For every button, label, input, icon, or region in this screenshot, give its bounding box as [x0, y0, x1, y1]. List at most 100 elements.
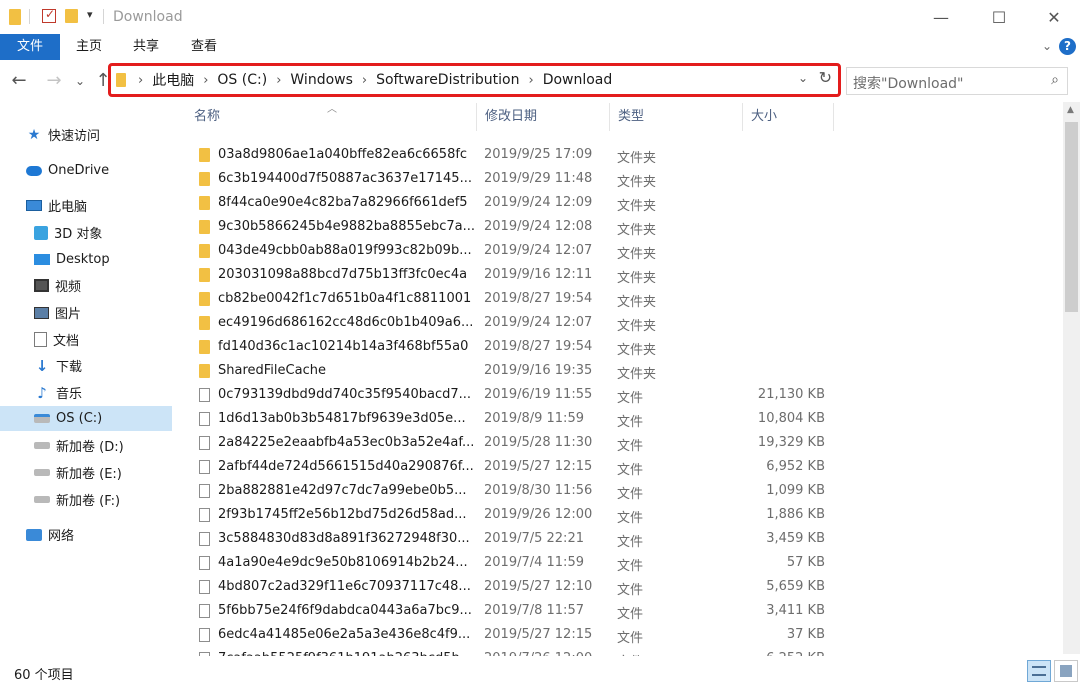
chevron-right-icon[interactable]: › [203, 73, 208, 88]
tab-file[interactable]: 文件 [0, 34, 60, 60]
file-name-cell: 4a1a90e4e9dc9e50b8106914b2b24... [199, 555, 468, 570]
file-icon [199, 508, 210, 522]
file-name-cell: fd140d36c1ac10214b14a3f468bf55a0 [199, 339, 468, 354]
folder-icon [199, 148, 210, 162]
sidebar-item-drive-d[interactable]: 新加卷 (D:) [0, 433, 172, 458]
details-view-button[interactable] [1027, 660, 1051, 682]
column-divider[interactable] [833, 103, 834, 131]
forward-button[interactable]: → [43, 70, 65, 91]
file-size: 1,099 KB [766, 483, 825, 498]
table-row[interactable]: 2a84225e2eaabfb4a53ec0b3a52e4af...2019/5… [186, 431, 834, 455]
file-date: 2019/9/24 12:07 [484, 315, 592, 330]
recent-locations-button[interactable]: ⌄ [69, 74, 91, 88]
chevron-right-icon[interactable]: › [362, 73, 367, 88]
os-drive-icon [34, 414, 50, 423]
table-row[interactable]: ec49196d686162cc48d6c0b1b409a6...2019/9/… [186, 311, 834, 335]
table-row[interactable]: cb82be0042f1c7d651b0a4f1c88110012019/8/2… [186, 287, 834, 311]
breadcrumb-windows[interactable]: Windows [290, 72, 353, 88]
file-type: 文件夹 [617, 171, 656, 190]
breadcrumb-softwaredistribution[interactable]: SoftwareDistribution [376, 72, 519, 88]
breadcrumb-this-pc[interactable]: 此电脑 [152, 70, 194, 90]
file-name-cell: cb82be0042f1c7d651b0a4f1c8811001 [199, 291, 471, 306]
new-folder-icon[interactable] [65, 9, 78, 23]
table-row[interactable]: 8f44ca0e90e4c82ba7a82966f661def52019/9/2… [186, 191, 834, 215]
table-row[interactable]: 203031098a88bcd7d75b13ff3fc0ec4a2019/9/1… [186, 263, 834, 287]
sidebar-item-downloads[interactable]: ↓ 下载 [0, 353, 172, 378]
table-row[interactable]: 0c793139dbd9dd740c35f9540bacd7...2019/6/… [186, 383, 834, 407]
tab-home[interactable]: 主页 [66, 34, 112, 60]
scrollbar-thumb[interactable] [1065, 122, 1078, 312]
scroll-up-icon[interactable]: ▲ [1067, 105, 1074, 115]
table-row[interactable]: 3c5884830d83d8a891f36272948f30...2019/7/… [186, 527, 834, 551]
sidebar-item-label: 音乐 [56, 383, 82, 402]
properties-icon[interactable] [42, 9, 56, 23]
minimize-button[interactable]: — [918, 0, 964, 34]
column-header-type[interactable]: 类型 [610, 103, 742, 131]
file-type: 文件 [617, 435, 643, 454]
table-row[interactable]: 9c30b5866245b4e9882ba8855ebc7a...2019/9/… [186, 215, 834, 239]
sidebar-item-drive-e[interactable]: 新加卷 (E:) [0, 460, 172, 485]
back-button[interactable]: ← [8, 70, 30, 91]
table-row[interactable]: 6c3b194400d7f50887ac3637e17145...2019/9/… [186, 167, 834, 191]
search-icon[interactable]: ⌕ [1051, 72, 1059, 88]
sidebar-item-desktop[interactable]: Desktop [0, 247, 172, 272]
drive-icon [34, 496, 50, 503]
sidebar-item-onedrive[interactable]: OneDrive [0, 158, 172, 183]
chevron-right-icon[interactable]: › [528, 73, 533, 88]
table-row[interactable]: SharedFileCache2019/9/16 19:35文件夹 [186, 359, 834, 383]
sidebar-item-documents[interactable]: 文档 [0, 327, 172, 352]
large-icons-view-button[interactable] [1054, 660, 1078, 682]
chevron-down-icon[interactable]: ⌄ [798, 71, 808, 85]
column-header-size[interactable]: 大小 [743, 103, 833, 131]
sidebar-item-music[interactable]: ♪ 音乐 [0, 380, 172, 405]
sidebar-item-pictures[interactable]: 图片 [0, 300, 172, 325]
table-row[interactable]: fd140d36c1ac10214b14a3f468bf55a02019/8/2… [186, 335, 834, 359]
vertical-scrollbar[interactable]: ▲ [1063, 102, 1080, 654]
help-icon[interactable]: ? [1059, 38, 1076, 55]
column-header-date[interactable]: 修改日期 [477, 103, 609, 131]
expand-ribbon-icon[interactable]: ⌄ [1042, 39, 1052, 53]
maximize-button[interactable]: ☐ [976, 0, 1022, 34]
file-icon [199, 532, 210, 546]
chevron-right-icon[interactable]: › [138, 73, 143, 88]
sidebar-item-quick-access[interactable]: ★ 快速访问 [0, 122, 172, 147]
sidebar-item-this-pc[interactable]: 此电脑 [0, 193, 172, 218]
table-row[interactable]: 7cafaab5525f9f361b191ab263bcd5b...2019/7… [186, 647, 834, 656]
ribbon-tabs: 文件 主页 共享 查看 ⌄ ? [0, 34, 1080, 60]
file-date: 2019/9/24 12:08 [484, 219, 592, 234]
breadcrumb-os-drive[interactable]: OS (C:) [217, 72, 267, 88]
refresh-icon[interactable]: ↻ [819, 68, 832, 87]
sidebar-item-network[interactable]: 网络 [0, 522, 172, 547]
table-row[interactable]: 4a1a90e4e9dc9e50b8106914b2b24...2019/7/4… [186, 551, 834, 575]
table-row[interactable]: 2ba882881e42d97c7dc7a99ebe0b5...2019/8/3… [186, 479, 834, 503]
tab-share[interactable]: 共享 [123, 34, 169, 60]
breadcrumb-download[interactable]: Download [543, 72, 613, 88]
file-name-cell: 2afbf44de724d5661515d40a290876f... [199, 459, 474, 474]
table-row[interactable]: 1d6d13ab0b3b54817bf9639e3d05e...2019/8/9… [186, 407, 834, 431]
file-size: 6,952 KB [766, 459, 825, 474]
customize-quick-access-icon[interactable]: ▾ [87, 8, 93, 21]
file-name-cell: 043de49cbb0ab88a019f993c82b09b... [199, 243, 472, 258]
file-type: 文件 [617, 627, 643, 646]
file-type: 文件 [617, 459, 643, 478]
sidebar-item-drive-f[interactable]: 新加卷 (F:) [0, 487, 172, 512]
search-input[interactable]: 搜索"Download" ⌕ [846, 67, 1068, 95]
table-row[interactable]: 5f6bb75e24f6f9dabdca0443a6a7bc9...2019/7… [186, 599, 834, 623]
table-row[interactable]: 4bd807c2ad329f11e6c70937117c48...2019/5/… [186, 575, 834, 599]
downloads-icon: ↓ [34, 359, 50, 373]
file-name: fd140d36c1ac10214b14a3f468bf55a0 [218, 339, 468, 354]
file-type: 文件夹 [617, 363, 656, 382]
chevron-right-icon[interactable]: › [276, 73, 281, 88]
table-row[interactable]: 03a8d9806ae1a040bffe82ea6c6658fc2019/9/2… [186, 143, 834, 167]
sidebar-item-3d-objects[interactable]: 3D 对象 [0, 220, 172, 245]
table-row[interactable]: 043de49cbb0ab88a019f993c82b09b...2019/9/… [186, 239, 834, 263]
sidebar-item-os-drive[interactable]: OS (C:) [0, 406, 172, 431]
table-row[interactable]: 2afbf44de724d5661515d40a290876f...2019/5… [186, 455, 834, 479]
address-bar[interactable]: › 此电脑 › OS (C:) › Windows › SoftwareDist… [108, 63, 841, 97]
sidebar-item-videos[interactable]: 视频 [0, 273, 172, 298]
column-header-name[interactable]: 名称 [186, 103, 476, 131]
table-row[interactable]: 2f93b1745ff2e56b12bd75d26d58ad...2019/9/… [186, 503, 834, 527]
close-button[interactable]: ✕ [1031, 0, 1077, 34]
tab-view[interactable]: 查看 [181, 34, 227, 60]
table-row[interactable]: 6edc4a41485e06e2a5a3e436e8c4f9...2019/5/… [186, 623, 834, 647]
